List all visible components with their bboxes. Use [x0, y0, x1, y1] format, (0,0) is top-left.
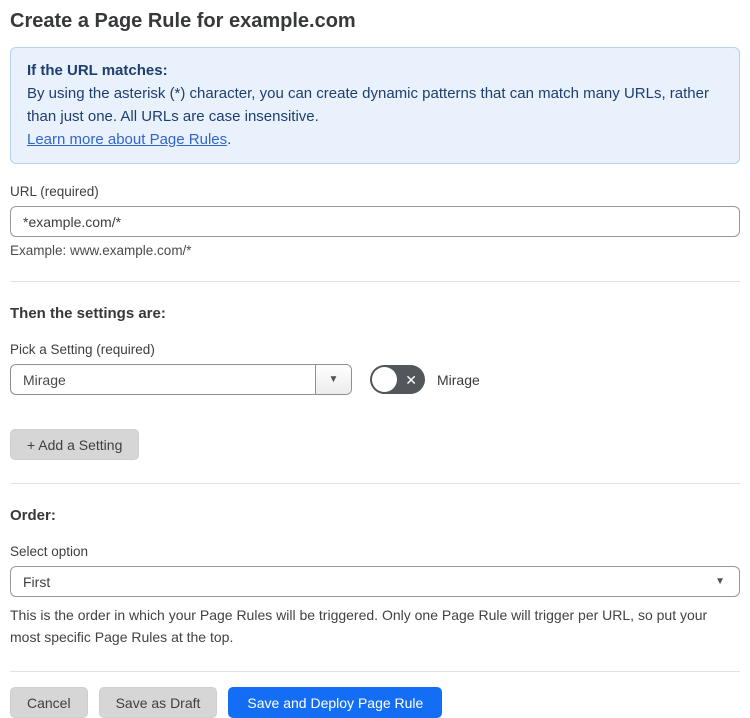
mirage-toggle[interactable]: ✕	[370, 365, 425, 394]
order-helper-text: This is the order in which your Page Rul…	[10, 607, 708, 645]
url-match-info-box: If the URL matches: By using the asteris…	[10, 47, 740, 164]
url-example-helper: Example: www.example.com/*	[10, 243, 192, 258]
link-period: .	[227, 131, 232, 148]
setting-dropdown[interactable]: Mirage ▼	[10, 364, 352, 395]
chevron-down-icon: ▼	[328, 373, 339, 385]
settings-section-heading: Then the settings are:	[10, 305, 166, 322]
divider	[10, 483, 740, 484]
page-title: Create a Page Rule for example.com	[10, 10, 356, 32]
cancel-button[interactable]: Cancel	[10, 687, 88, 718]
setting-dropdown-value: Mirage	[23, 371, 66, 388]
setting-row: Mirage ▼ ✕ Mirage	[10, 364, 740, 395]
order-section-heading: Order:	[10, 507, 56, 524]
info-box-link-row: Learn more about Page Rules.	[27, 128, 723, 151]
url-label: URL (required)	[10, 184, 99, 199]
info-box-body: By using the asterisk (*) character, you…	[27, 85, 709, 125]
order-select-value: First	[23, 573, 51, 590]
save-as-draft-button[interactable]: Save as Draft	[98, 687, 218, 718]
url-input[interactable]	[10, 206, 740, 237]
order-select[interactable]: First ▼	[10, 566, 740, 597]
toggle-knob	[372, 367, 397, 392]
pick-setting-label: Pick a Setting (required)	[10, 342, 155, 357]
learn-more-link[interactable]: Learn more about Page Rules	[27, 131, 227, 148]
footer-actions: Cancel Save as Draft Save and Deploy Pag…	[10, 687, 740, 718]
info-box-heading: If the URL matches:	[27, 62, 168, 79]
page-rule-form: Create a Page Rule for example.com If th…	[0, 0, 750, 718]
chevron-down-icon: ▼	[715, 575, 725, 587]
toggle-label: Mirage	[437, 371, 480, 388]
setting-dropdown-arrow-button[interactable]: ▼	[315, 365, 351, 394]
add-setting-button[interactable]: + Add a Setting	[10, 429, 140, 460]
divider	[10, 281, 740, 282]
order-select-label: Select option	[10, 544, 89, 559]
toggle-off-x-icon: ✕	[405, 371, 417, 388]
save-and-deploy-button[interactable]: Save and Deploy Page Rule	[228, 687, 443, 718]
divider	[10, 671, 740, 672]
